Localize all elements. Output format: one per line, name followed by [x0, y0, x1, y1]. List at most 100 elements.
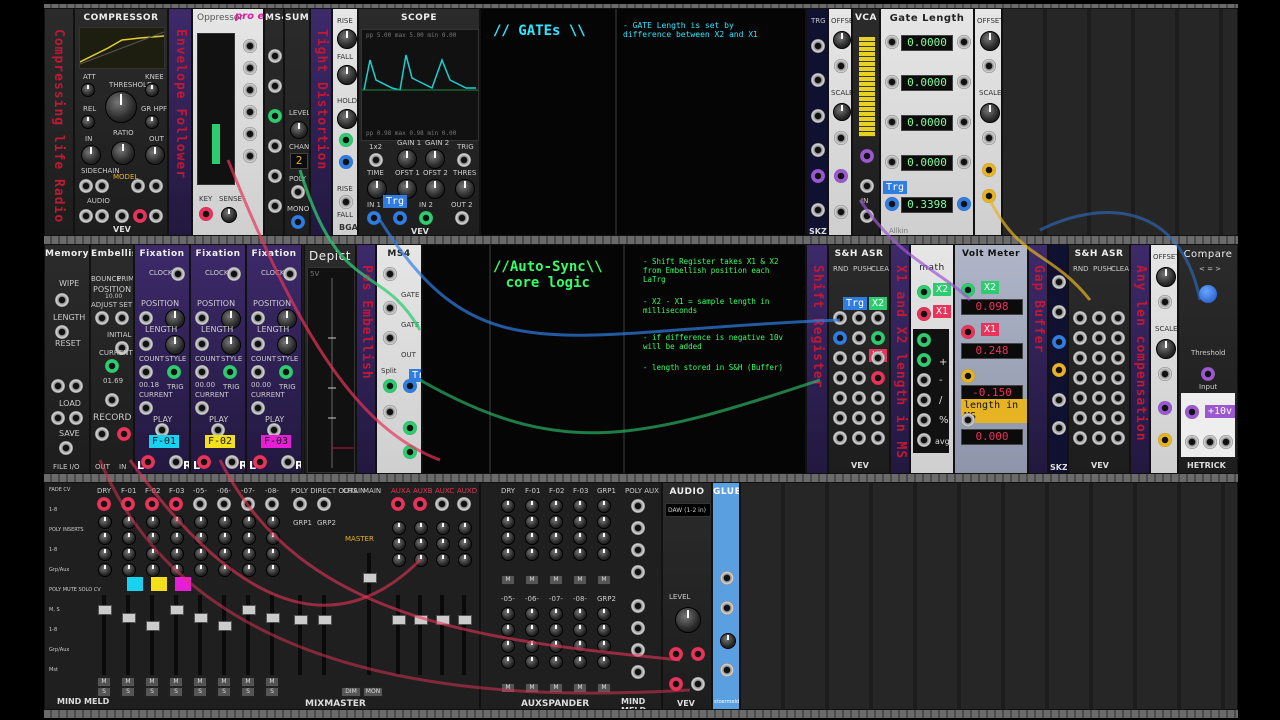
- solo-button[interactable]: S: [217, 687, 231, 697]
- jack[interactable]: [339, 195, 353, 209]
- gr-jack[interactable]: [115, 209, 129, 223]
- jack[interactable]: [403, 421, 417, 435]
- jack[interactable]: [1073, 311, 1087, 325]
- channel-in-jack[interactable]: [169, 497, 183, 511]
- sidechain-right-jack[interactable]: [95, 179, 109, 193]
- scale-knob[interactable]: [1156, 339, 1176, 359]
- aux-send-knob[interactable]: [525, 639, 539, 653]
- channel-knob[interactable]: [170, 515, 184, 529]
- aux-send-knob[interactable]: [573, 623, 587, 637]
- jack[interactable]: [833, 431, 847, 445]
- jack[interactable]: [1073, 351, 1087, 365]
- jack[interactable]: [403, 445, 417, 459]
- jack[interactable]: [243, 61, 257, 75]
- poly-aux-jack[interactable]: [631, 565, 645, 579]
- aux-send-knob[interactable]: [549, 639, 563, 653]
- solo-button[interactable]: S: [121, 687, 135, 697]
- makeup-jack[interactable]: [149, 179, 163, 193]
- jack[interactable]: [852, 391, 866, 405]
- auxspander-module[interactable]: DRY M F-01 M F-02 M F-03 M GRP1 M -05- M -06- M -07- M -…: [480, 482, 662, 710]
- fall-knob[interactable]: [337, 65, 357, 85]
- aux-send-knob[interactable]: [501, 515, 515, 529]
- mute-button[interactable]: M: [121, 677, 135, 687]
- jack[interactable]: [243, 39, 257, 53]
- left-out-jack[interactable]: [669, 677, 683, 691]
- aux-jack[interactable]: [413, 497, 427, 511]
- channel-knob[interactable]: [170, 531, 184, 545]
- aux-fader[interactable]: [458, 595, 472, 675]
- cv-jack[interactable]: [834, 59, 848, 73]
- mixmaster-module[interactable]: FADE CV 1-8 POLY INSERTS 1-8 Grp/Aux POLY MUT…: [44, 482, 480, 710]
- position-jack[interactable]: [139, 311, 153, 325]
- jack[interactable]: [243, 83, 257, 97]
- aux-send-knob[interactable]: [501, 499, 515, 513]
- jack[interactable]: [957, 155, 971, 169]
- fixation-module[interactable]: Fixation CLOCK POSITION LENGTH COUNT STYLE 00.…: [190, 244, 246, 474]
- jack[interactable]: [1111, 411, 1125, 425]
- adjust-jack[interactable]: [95, 311, 109, 325]
- module-label-strip[interactable]: Envelope Follower: [168, 8, 192, 236]
- jack[interactable]: [268, 49, 282, 63]
- jack[interactable]: [811, 73, 825, 87]
- cv-jack[interactable]: [1158, 367, 1172, 381]
- aux-jack[interactable]: [391, 497, 405, 511]
- jack[interactable]: [268, 169, 282, 183]
- mute-button[interactable]: M: [549, 575, 563, 585]
- channel-knob[interactable]: [122, 531, 136, 545]
- jack[interactable]: [243, 105, 257, 119]
- style-jack[interactable]: [279, 365, 293, 379]
- aux-send-knob[interactable]: [597, 499, 611, 513]
- jack[interactable]: [852, 351, 866, 365]
- aux-jack[interactable]: [435, 497, 449, 511]
- module-label-strip[interactable]: Shift Register: [806, 244, 828, 474]
- att-knob[interactable]: [81, 83, 95, 97]
- fader-cap[interactable]: [170, 605, 184, 615]
- cv-jack[interactable]: [834, 131, 848, 145]
- position-jack[interactable]: [195, 311, 209, 325]
- jack[interactable]: [917, 333, 931, 347]
- solo-button[interactable]: S: [241, 687, 255, 697]
- channel-knob[interactable]: [242, 515, 256, 529]
- ratio-knob[interactable]: [111, 141, 135, 165]
- jack[interactable]: [917, 285, 931, 299]
- in-jack[interactable]: [117, 427, 131, 441]
- channel-knob[interactable]: [98, 531, 112, 545]
- jack[interactable]: [833, 331, 847, 345]
- channel-knob[interactable]: [122, 547, 136, 561]
- aux-send-knob[interactable]: [597, 547, 611, 561]
- channel-in-jack[interactable]: [97, 497, 111, 511]
- poly-jack[interactable]: [291, 185, 305, 199]
- out-jack[interactable]: [982, 189, 996, 203]
- load-jack-2[interactable]: [69, 379, 83, 393]
- jack[interactable]: [811, 39, 825, 53]
- jack[interactable]: [1073, 391, 1087, 405]
- jack[interactable]: [833, 411, 847, 425]
- jack[interactable]: [1203, 435, 1217, 449]
- aux-fader[interactable]: [436, 595, 450, 675]
- jack[interactable]: [833, 391, 847, 405]
- out-right-jack[interactable]: [149, 209, 163, 223]
- channel-knob[interactable]: [146, 563, 160, 577]
- out-left-jack[interactable]: [133, 209, 147, 223]
- group-jack[interactable]: [317, 497, 331, 511]
- aux-send-knob[interactable]: [501, 655, 515, 669]
- channel-fader[interactable]: [218, 595, 232, 675]
- jack[interactable]: [811, 203, 825, 217]
- offset-module[interactable]: OFFSET SCALE: [1150, 244, 1178, 474]
- channel-in-jack[interactable]: [145, 497, 159, 511]
- aux-send-knob[interactable]: [597, 655, 611, 669]
- fader-cap[interactable]: [392, 615, 406, 625]
- channel-knob[interactable]: [98, 515, 112, 529]
- mute-button[interactable]: M: [97, 677, 111, 687]
- channel-knob[interactable]: [194, 515, 208, 529]
- jack[interactable]: [1092, 391, 1106, 405]
- fader-cap[interactable]: [458, 615, 472, 625]
- jack[interactable]: [871, 331, 885, 345]
- x1-tag[interactable]: X1: [933, 305, 952, 318]
- jack[interactable]: [833, 351, 847, 365]
- jack[interactable]: [833, 371, 847, 385]
- poly-aux-jack[interactable]: [631, 599, 645, 613]
- aux-knob[interactable]: [392, 521, 406, 535]
- cv-jack[interactable]: [982, 131, 996, 145]
- jack[interactable]: [1111, 311, 1125, 325]
